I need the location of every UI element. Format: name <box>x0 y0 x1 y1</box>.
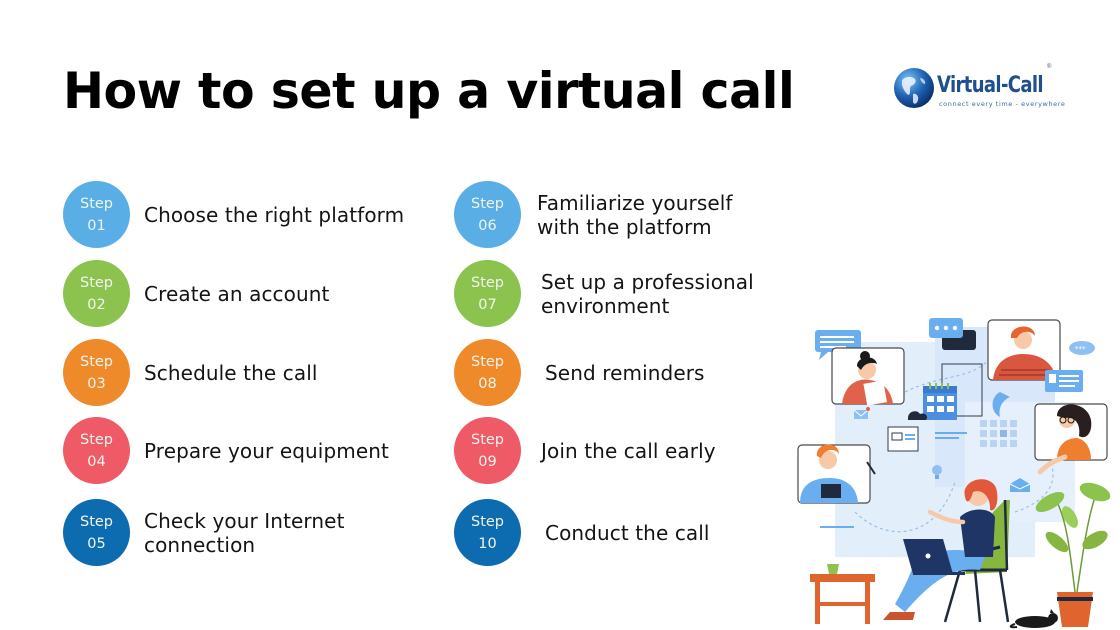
step-number: 08 <box>478 375 497 392</box>
step-number: 10 <box>478 535 497 552</box>
step-label: Check your Internet connection <box>144 508 345 557</box>
step-number: 03 <box>87 375 106 392</box>
step-badge: Step 10 <box>454 499 521 566</box>
step-badge: Step 01 <box>63 181 130 248</box>
step-number: 09 <box>478 453 497 470</box>
step-05: Step 05 Check your Internet connection <box>63 499 345 566</box>
side-table <box>810 564 875 624</box>
video-tile-participant <box>797 444 876 504</box>
step-badge: Step 02 <box>63 260 130 327</box>
step-number: 04 <box>87 453 106 470</box>
step-badge-prefix: Step <box>470 353 504 370</box>
profile-card-icon <box>1045 370 1083 392</box>
step-label: Create an account <box>144 281 330 306</box>
step-badge: Step 07 <box>454 260 521 327</box>
step-badge: Step 04 <box>63 417 130 484</box>
step-10: Step 10 Conduct the call <box>454 499 710 566</box>
step-label: Schedule the call <box>144 360 318 385</box>
step-badge: Step 03 <box>63 339 130 406</box>
step-label: Prepare your equipment <box>144 438 389 463</box>
cup-icon <box>827 564 839 574</box>
step-badge-prefix: Step <box>79 513 113 530</box>
step-badge-prefix: Step <box>470 431 504 448</box>
logo-brand-text: Virtual-Call <box>937 73 1044 98</box>
step-badge: Step 08 <box>454 339 521 406</box>
svg-text:***: *** <box>1075 345 1086 353</box>
step-badge-prefix: Step <box>79 353 113 370</box>
step-03: Step 03 Schedule the call <box>63 339 318 406</box>
virtual-call-logo: Virtual-Call connect every time - everyw… <box>893 64 1065 112</box>
page-title: How to set up a virtual call <box>63 62 795 120</box>
step-01: Step 01 Choose the right platform <box>63 181 404 248</box>
video-call-illustration: *** <box>797 318 1111 629</box>
step-09: Step 09 Join the call early <box>454 417 716 484</box>
step-02: Step 02 Create an account <box>63 260 329 327</box>
step-number: 07 <box>478 296 497 313</box>
step-badge-prefix: Step <box>470 274 504 291</box>
registered-mark: ® <box>1047 64 1052 70</box>
step-badge-prefix: Step <box>79 431 113 448</box>
text-line <box>935 432 967 434</box>
video-tile-participant <box>1034 403 1108 461</box>
logo-tagline: connect every time - everywhere <box>939 100 1066 108</box>
step-badge: Step 09 <box>454 417 521 484</box>
step-badge: Step 06 <box>454 181 521 248</box>
step-label: Set up a professional environment <box>541 269 754 318</box>
step-number: 06 <box>478 217 497 234</box>
video-tile-participant <box>831 347 905 406</box>
message-window-icon <box>887 426 919 452</box>
step-badge-prefix: Step <box>470 513 504 530</box>
step-label: Familiarize yourself with the platform <box>537 190 733 239</box>
sleeping-cat <box>1009 609 1058 629</box>
step-label: Send reminders <box>545 360 705 385</box>
ellipsis-bubble-icon: *** <box>1069 341 1095 355</box>
torso <box>960 509 995 557</box>
step-number: 05 <box>87 535 106 552</box>
step-badge: Step 05 <box>63 499 130 566</box>
step-badge-prefix: Step <box>470 195 504 212</box>
step-label: Choose the right platform <box>144 202 405 227</box>
text-line <box>820 526 854 528</box>
step-08: Step 08 Send reminders <box>454 339 705 406</box>
step-number: 02 <box>87 296 106 313</box>
text-line <box>935 437 959 439</box>
step-04: Step 04 Prepare your equipment <box>63 417 389 484</box>
calendar-icon <box>923 383 957 420</box>
step-label: Conduct the call <box>545 520 710 545</box>
step-label: Join the call early <box>541 438 716 463</box>
globe-icon <box>894 68 934 108</box>
step-badge-prefix: Step <box>79 274 113 291</box>
step-07: Step 07 Set up a professional environmen… <box>454 260 754 327</box>
step-06: Step 06 Familiarize yourself with the pl… <box>454 181 733 248</box>
step-badge-prefix: Step <box>79 195 113 212</box>
step-number: 01 <box>87 217 106 234</box>
